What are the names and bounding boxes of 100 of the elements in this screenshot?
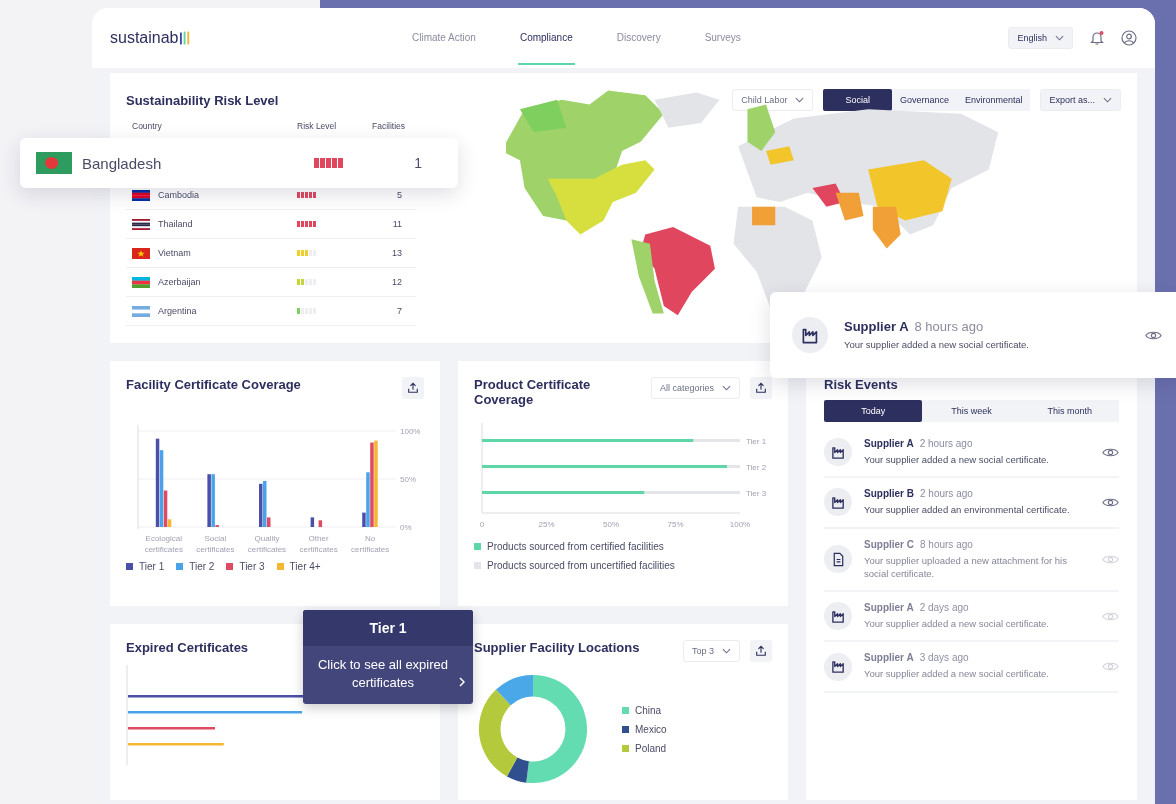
bar	[482, 465, 728, 468]
country-name: Argentina	[158, 306, 197, 316]
legend-item: Tier 3	[226, 561, 265, 573]
x-tick-label: 50%	[602, 520, 620, 529]
y-tick-label: Tier 3	[746, 489, 767, 498]
facility-count: 11	[391, 219, 403, 229]
x-tick-label: 0	[479, 520, 485, 529]
event-row[interactable]: Supplier B 2 hours ago Your supplier added an environmental certificate.	[824, 478, 1119, 529]
export-button[interactable]	[750, 640, 772, 662]
nav-tab[interactable]: Compliance	[517, 11, 575, 65]
flag-icon	[132, 189, 150, 201]
chevron-down-icon	[1103, 97, 1112, 103]
event-time: 2 hours ago	[920, 488, 973, 500]
legend-item: Products sourced from uncertified facilities	[474, 560, 772, 571]
event-row[interactable]: Supplier A 2 days ago Your supplier added a new social certificate.	[824, 592, 1119, 643]
chevron-down-icon	[1055, 35, 1064, 41]
bar	[267, 517, 271, 527]
flag-icon	[132, 276, 150, 288]
category-label: No certificates	[350, 533, 391, 556]
y-tick-label: 50%	[400, 475, 417, 484]
event-time: 2 days ago	[919, 602, 969, 614]
factory-icon	[824, 488, 852, 517]
event-time: 2 hours ago	[919, 438, 973, 449]
category-label: Quality certificates	[246, 533, 288, 556]
chevron-down-icon	[722, 648, 731, 654]
category-label: Other certificates	[298, 533, 339, 556]
category-label: Ecological certificates	[143, 533, 184, 556]
bar	[259, 483, 263, 527]
filter-dropdown[interactable]: Child Labor	[732, 89, 814, 111]
risk-level-meter	[297, 308, 316, 314]
factory-icon	[792, 317, 828, 353]
top-dropdown[interactable]: Top 3	[682, 640, 740, 662]
period-tab[interactable]: This week	[922, 400, 1021, 422]
category-label: Social certificates	[195, 533, 236, 556]
logo-text: sustainab	[110, 29, 179, 47]
event-row[interactable]: Supplier A 2 hours ago Your supplier added a new social certificate.	[824, 428, 1119, 479]
chevron-right-icon	[459, 677, 465, 688]
export-dropdown[interactable]: Export as...	[1040, 89, 1121, 111]
column-header: Country	[132, 121, 163, 131]
event-time: 8 hours ago	[914, 318, 984, 334]
document-icon	[824, 545, 852, 574]
factory-icon	[824, 652, 852, 681]
user-icon[interactable]	[1121, 30, 1137, 46]
card-title: Facility Certificate Coverage	[126, 377, 301, 392]
card-title: Supplier Facility Locations	[474, 640, 640, 655]
segment-tab[interactable]: Governance	[891, 89, 957, 111]
bar	[207, 474, 211, 527]
y-tick-label: 100%	[400, 427, 421, 436]
supplier-name: Supplier A	[844, 318, 909, 334]
bar	[482, 439, 694, 442]
legend-item: China	[622, 704, 667, 716]
card-title: Risk Events	[824, 377, 899, 392]
event-time: 3 days ago	[919, 652, 969, 664]
country-name: Thailand	[158, 219, 193, 229]
flag-icon	[132, 218, 150, 230]
category-dropdown[interactable]: All categories	[650, 377, 740, 399]
risk-level-meter	[297, 250, 316, 256]
language-dropdown[interactable]: English	[1008, 27, 1073, 49]
risk-level-meter	[297, 221, 316, 227]
x-tick-label: 25%	[538, 520, 555, 529]
factory-icon	[824, 602, 852, 631]
export-icon	[407, 382, 419, 394]
flag-icon	[132, 247, 150, 259]
tooltip[interactable]: Tier 1 Click to see all expired certificates	[303, 610, 473, 705]
flag-icon	[36, 152, 72, 174]
bar	[263, 480, 267, 527]
bar	[362, 512, 366, 527]
legend-item: Products sourced from certified facilities	[474, 541, 772, 552]
export-button[interactable]	[402, 377, 424, 399]
period-tab[interactable]: Today	[824, 400, 923, 422]
legend-item: Mexico	[622, 723, 667, 735]
facility-count: 12	[391, 277, 403, 287]
supplier-name: Supplier C	[864, 538, 914, 550]
export-icon	[755, 645, 767, 657]
segment-tab[interactable]: Social	[823, 89, 892, 111]
nav-tab[interactable]: Climate Action	[410, 11, 478, 65]
card-title: Expired Certificates	[126, 640, 250, 655]
eye-icon[interactable]	[1102, 496, 1119, 508]
period-tab[interactable]: This month	[1020, 400, 1119, 422]
country-name: Bangladesh	[82, 154, 163, 172]
event-row[interactable]: Supplier A 3 days ago Your supplier added a new social certificate.	[824, 642, 1119, 693]
y-tick-label: Tier 2	[746, 463, 767, 472]
event-message: Your supplier added a new social certificate.	[864, 453, 1050, 467]
segment-tab[interactable]: Environmental	[956, 89, 1031, 111]
eye-icon[interactable]	[1145, 329, 1162, 341]
chevron-down-icon	[795, 97, 805, 103]
column-header: Risk Level	[297, 121, 338, 131]
bell-icon[interactable]	[1089, 30, 1105, 46]
eye-icon[interactable]	[1102, 446, 1119, 458]
export-button[interactable]	[750, 377, 772, 399]
y-tick-label: Tier 1	[746, 437, 767, 446]
facility-count: 7	[396, 306, 403, 316]
y-tick-label: 0%	[400, 523, 412, 532]
nav-tab[interactable]: Surveys	[702, 11, 743, 65]
country-name: Cambodia	[158, 190, 200, 200]
legend-item: Poland	[622, 742, 667, 754]
nav-tab[interactable]: Discovery	[614, 11, 663, 65]
event-row[interactable]: Supplier C 8 hours ago Your supplier uploaded a new attachment for his social certificate.	[824, 528, 1119, 593]
supplier-name: Supplier A	[864, 602, 914, 614]
supplier-name: Supplier A	[864, 438, 914, 449]
